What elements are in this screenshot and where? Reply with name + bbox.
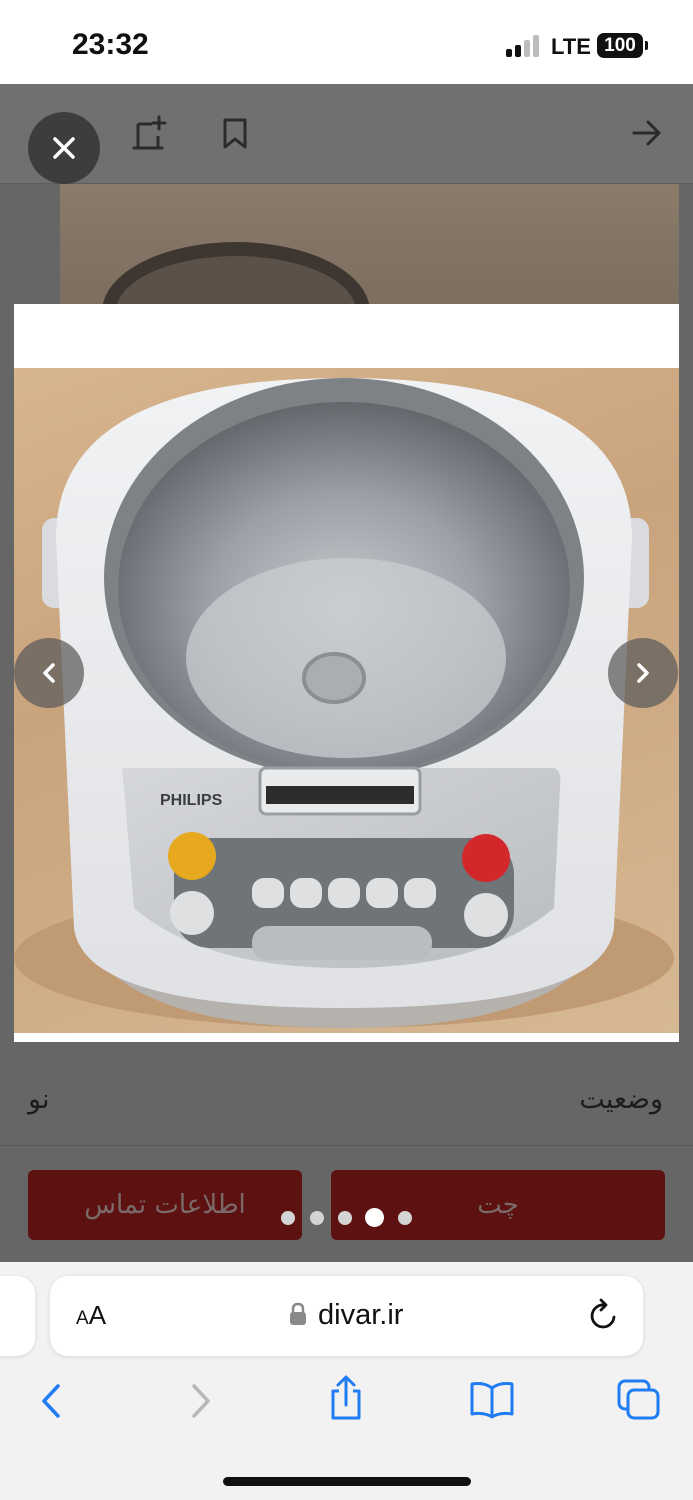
lock-icon bbox=[290, 1302, 306, 1325]
gallery-next-button[interactable] bbox=[608, 638, 678, 708]
book-icon[interactable] bbox=[468, 1380, 516, 1420]
condition-row: وضعیت نو bbox=[0, 1062, 693, 1146]
forward-icon[interactable] bbox=[186, 1382, 216, 1420]
close-button[interactable] bbox=[28, 112, 100, 184]
bookmark-icon bbox=[223, 118, 247, 149]
share-icon[interactable] bbox=[326, 1374, 366, 1422]
pagination-dot[interactable] bbox=[310, 1211, 324, 1225]
bookmark-button[interactable] bbox=[220, 116, 250, 157]
pagination-dot-active[interactable] bbox=[365, 1208, 384, 1227]
chevron-right-icon bbox=[637, 663, 649, 683]
signal-icon bbox=[506, 35, 542, 57]
close-icon bbox=[53, 137, 75, 159]
battery-nub bbox=[645, 41, 648, 50]
pagination-dot[interactable] bbox=[281, 1211, 295, 1225]
background-pot bbox=[102, 242, 370, 304]
gallery-viewer[interactable]: PHILIPS bbox=[14, 304, 679, 1042]
network-type: LTE bbox=[551, 34, 591, 59]
tabs-icon[interactable] bbox=[616, 1378, 662, 1422]
screen: 23:32 LTE 100 PHILIPS وضعیت نو اطلاعات ت… bbox=[0, 0, 693, 1500]
reader-settings-button[interactable]: AA bbox=[76, 1300, 106, 1331]
reload-icon[interactable] bbox=[588, 1298, 620, 1332]
battery-icon: 100 bbox=[597, 33, 643, 58]
status-bar: 23:32 LTE 100 bbox=[0, 0, 693, 84]
status-time: 23:32 bbox=[72, 28, 149, 61]
page-toolbar bbox=[0, 84, 693, 184]
product-photo: PHILIPS bbox=[14, 368, 679, 1033]
url-text[interactable]: divar.ir bbox=[318, 1299, 403, 1332]
back-icon[interactable] bbox=[36, 1382, 66, 1420]
add-note-button[interactable] bbox=[128, 114, 172, 159]
chat-button[interactable]: چت bbox=[331, 1170, 665, 1240]
arrow-right-icon bbox=[632, 120, 661, 146]
background-photo bbox=[60, 184, 679, 304]
brand-label: PHILIPS bbox=[160, 792, 223, 809]
add-note-icon bbox=[132, 115, 167, 150]
forward-button[interactable] bbox=[630, 116, 664, 155]
condition-label: وضعیت bbox=[579, 1084, 663, 1115]
home-indicator bbox=[223, 1477, 471, 1486]
previous-tab-peek[interactable] bbox=[0, 1276, 35, 1356]
pagination-dot[interactable] bbox=[398, 1211, 412, 1225]
aa-big: A bbox=[88, 1300, 107, 1330]
gallery-prev-button[interactable] bbox=[14, 638, 84, 708]
gallery-pagination bbox=[280, 1208, 420, 1228]
condition-value: نو bbox=[28, 1084, 50, 1115]
chevron-left-icon bbox=[43, 663, 55, 683]
contact-info-button[interactable]: اطلاعات تماس bbox=[28, 1170, 302, 1240]
aa-small: A bbox=[76, 1308, 89, 1329]
pagination-dot[interactable] bbox=[338, 1211, 352, 1225]
rice-cooker-image: PHILIPS bbox=[14, 378, 674, 1028]
